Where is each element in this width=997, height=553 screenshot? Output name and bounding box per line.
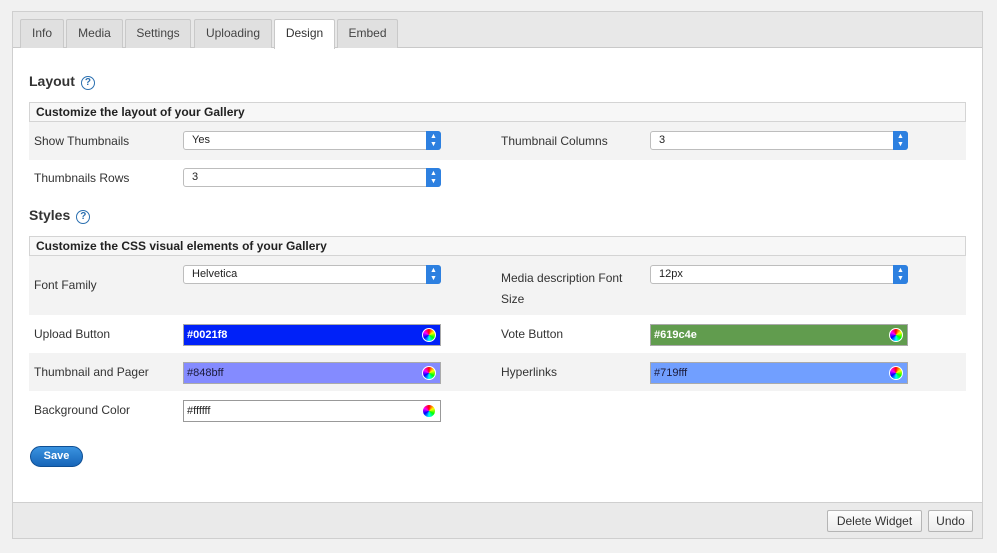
- thumbnails-rows-select[interactable]: 3 ▲ ▼: [183, 168, 441, 187]
- hyperlinks-color-value: #719fff: [654, 367, 688, 379]
- background-color-label: Background Color: [34, 403, 131, 417]
- save-button[interactable]: Save: [30, 446, 83, 467]
- delete-widget-button[interactable]: Delete Widget: [827, 510, 922, 532]
- show-thumbnails-label: Show Thumbnails: [34, 134, 130, 148]
- show-thumbnails-value: Yes: [192, 134, 210, 146]
- tab-media[interactable]: Media: [66, 19, 123, 48]
- styles-heading: Styles?: [29, 207, 91, 224]
- media-font-size-label-line2: Size: [501, 292, 525, 306]
- vote-button-label: Vote Button: [501, 327, 564, 341]
- styles-row-2: Upload Button #0021f8 Vote Button #619c4…: [29, 315, 966, 353]
- thumbnail-pager-color-input[interactable]: #848bff: [183, 362, 441, 384]
- media-font-size-label: Media description Font Size: [501, 268, 622, 310]
- thumbnail-pager-label: Thumbnail and Pager: [34, 365, 149, 379]
- tab-embed[interactable]: Embed: [337, 19, 398, 48]
- layout-heading: Layout?: [29, 73, 95, 90]
- thumbnail-columns-value: 3: [659, 134, 666, 146]
- styles-subheading: Customize the CSS visual elements of you…: [29, 236, 966, 256]
- hyperlinks-label: Hyperlinks: [501, 365, 558, 379]
- color-wheel-icon[interactable]: [889, 366, 903, 380]
- widget-panel: Info Media Settings Uploading Design Emb…: [12, 11, 983, 539]
- select-arrow-icon: ▲ ▼: [426, 168, 441, 187]
- styles-row-3: Thumbnail and Pager #848bff Hyperlinks #…: [29, 353, 966, 391]
- tab-design[interactable]: Design: [274, 19, 335, 49]
- tab-info[interactable]: Info: [20, 19, 64, 48]
- layout-subheading: Customize the layout of your Gallery: [29, 102, 966, 122]
- undo-button[interactable]: Undo: [928, 510, 973, 532]
- select-arrow-icon: ▲ ▼: [426, 265, 441, 284]
- footer-bar: Delete Widget Undo: [13, 502, 982, 538]
- hyperlinks-color-input[interactable]: #719fff: [650, 362, 908, 384]
- color-wheel-icon[interactable]: [422, 366, 436, 380]
- font-family-select[interactable]: Helvetica ▲ ▼: [183, 265, 441, 284]
- tab-uploading[interactable]: Uploading: [194, 19, 272, 48]
- layout-row-2: Thumbnails Rows 3 ▲ ▼: [29, 160, 966, 196]
- styles-row-4: Background Color #ffffff: [29, 391, 966, 429]
- help-icon[interactable]: ?: [80, 76, 95, 90]
- styles-row-1: Font Family Helvetica ▲ ▼ Media descripti…: [29, 256, 966, 315]
- media-font-size-label-line1: Media description Font: [501, 271, 623, 285]
- upload-button-color-input[interactable]: #0021f8: [183, 324, 441, 346]
- help-icon[interactable]: ?: [76, 210, 91, 224]
- tab-settings[interactable]: Settings: [125, 19, 191, 48]
- media-font-size-select[interactable]: 12px ▲ ▼: [650, 265, 908, 284]
- color-wheel-icon[interactable]: [422, 404, 436, 418]
- background-color-value: #ffffff: [187, 405, 211, 417]
- font-family-label: Font Family: [34, 278, 97, 292]
- select-arrow-icon: ▲ ▼: [893, 131, 908, 150]
- select-arrow-icon: ▲ ▼: [893, 265, 908, 284]
- color-wheel-icon[interactable]: [889, 328, 903, 342]
- media-font-size-value: 12px: [659, 268, 683, 280]
- vote-button-color-value: #619c4e: [654, 329, 697, 341]
- thumbnail-columns-select[interactable]: 3 ▲ ▼: [650, 131, 908, 150]
- upload-button-label: Upload Button: [34, 327, 111, 341]
- thumbnail-pager-color-value: #848bff: [187, 367, 224, 379]
- thumbnails-rows-value: 3: [192, 171, 199, 183]
- thumbnails-rows-label: Thumbnails Rows: [34, 171, 130, 185]
- select-arrow-icon: ▲ ▼: [426, 131, 441, 150]
- background-color-input[interactable]: #ffffff: [183, 400, 441, 422]
- show-thumbnails-select[interactable]: Yes ▲ ▼: [183, 131, 441, 150]
- styles-title: Styles: [29, 207, 71, 223]
- layout-row-1: Show Thumbnails Yes ▲ ▼ Thumbnail Columns…: [29, 122, 966, 160]
- tab-bar: Info Media Settings Uploading Design Emb…: [13, 12, 982, 49]
- upload-button-color-value: #0021f8: [187, 329, 228, 341]
- color-wheel-icon[interactable]: [422, 328, 436, 342]
- thumbnail-columns-label: Thumbnail Columns: [501, 134, 608, 148]
- layout-title: Layout: [29, 73, 75, 89]
- vote-button-color-input[interactable]: #619c4e: [650, 324, 908, 346]
- font-family-value: Helvetica: [192, 268, 238, 280]
